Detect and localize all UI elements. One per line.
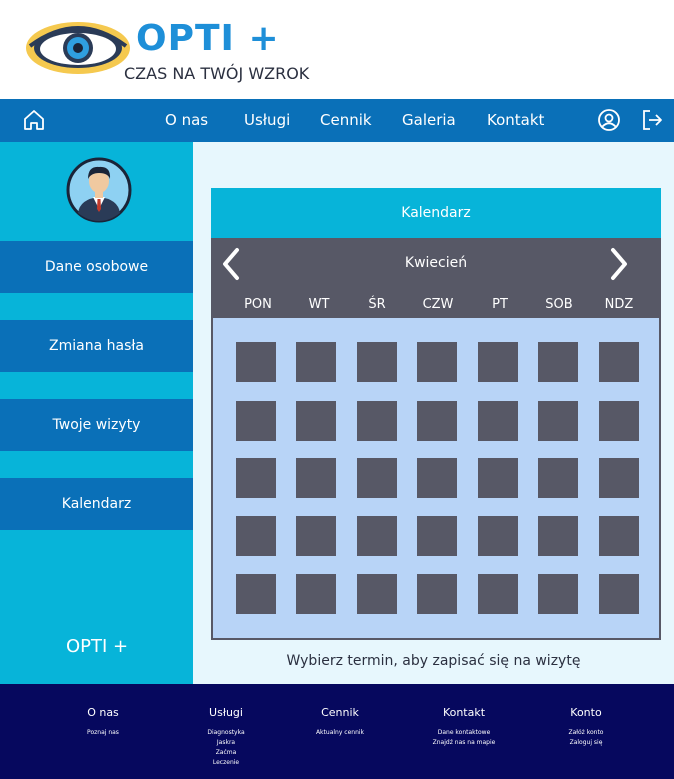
calendar-day-cell[interactable] bbox=[478, 342, 518, 382]
nav-item-uslugi[interactable]: Usługi bbox=[244, 111, 290, 129]
calendar-day-cell[interactable] bbox=[599, 458, 639, 498]
calendar-day-cell[interactable] bbox=[417, 342, 457, 382]
footer-column-uslugi: Usługi Diagnostyka Jaskra Zaćma Leczenie bbox=[166, 706, 286, 766]
footer-link[interactable]: Zaloguj się bbox=[526, 739, 646, 746]
calendar-day-cell[interactable] bbox=[478, 401, 518, 441]
sidebar: Dane osobowe Zmiana hasła Twoje wizyty K… bbox=[0, 142, 193, 684]
sidebar-item-dane-osobowe[interactable]: Dane osobowe bbox=[0, 241, 193, 293]
footer-column-kontakt: Kontakt Dane kontaktowe Znajdź nas na ma… bbox=[404, 706, 524, 746]
footer-link[interactable]: Załóż konto bbox=[526, 729, 646, 736]
sidebar-item-twoje-wizyty[interactable]: Twoje wizyty bbox=[0, 399, 193, 451]
weekday-label: WT bbox=[308, 297, 330, 312]
calendar-day-cell[interactable] bbox=[599, 516, 639, 556]
calendar-day-cell[interactable] bbox=[296, 516, 336, 556]
calendar-day-cell[interactable] bbox=[357, 516, 397, 556]
footer-column-o-nas: O nas Poznaj nas bbox=[43, 706, 163, 736]
sidebar-item-zmiana-hasla[interactable]: Zmiana hasła bbox=[0, 320, 193, 372]
calendar-day-cell[interactable] bbox=[357, 401, 397, 441]
calendar-day-cell[interactable] bbox=[538, 574, 578, 614]
weekday-label: SOB bbox=[545, 297, 573, 312]
calendar-day-cell[interactable] bbox=[538, 342, 578, 382]
header-logo-area: OPTI + CZAS NA TWÓJ WZROK bbox=[0, 0, 674, 99]
calendar-day-cell[interactable] bbox=[538, 516, 578, 556]
calendar-day-cell[interactable] bbox=[296, 342, 336, 382]
user-icon[interactable] bbox=[597, 108, 621, 132]
calendar-day-cell[interactable] bbox=[296, 401, 336, 441]
calendar-day-cell[interactable] bbox=[357, 574, 397, 614]
brand-name: OPTI + bbox=[136, 18, 280, 59]
calendar-day-cell[interactable] bbox=[236, 458, 276, 498]
eye-logo-icon bbox=[26, 22, 130, 74]
calendar-day-cell[interactable] bbox=[538, 458, 578, 498]
calendar-day-cell[interactable] bbox=[357, 342, 397, 382]
calendar-day-cell[interactable] bbox=[478, 574, 518, 614]
chevron-right-icon[interactable] bbox=[607, 246, 631, 282]
calendar-day-cell[interactable] bbox=[599, 574, 639, 614]
logout-icon[interactable] bbox=[640, 108, 664, 132]
calendar-hint: Wybierz termin, aby zapisać się na wizyt… bbox=[286, 653, 581, 669]
calendar-month-bar: Kwiecień PON WT ŚR CZW PT SOB NDZ bbox=[211, 238, 661, 318]
calendar-day-cell[interactable] bbox=[417, 401, 457, 441]
footer-column-cennik: Cennik Aktualny cennik bbox=[280, 706, 400, 736]
nav-item-galeria[interactable]: Galeria bbox=[402, 111, 456, 129]
brand-tagline: CZAS NA TWÓJ WZROK bbox=[124, 64, 310, 83]
calendar-day-cell[interactable] bbox=[296, 458, 336, 498]
main-content: Kalendarz Kwiecień PON WT ŚR CZW PT SOB … bbox=[193, 142, 674, 684]
footer-link[interactable]: Poznaj nas bbox=[43, 729, 163, 736]
footer-link[interactable]: Leczenie bbox=[166, 759, 286, 766]
home-icon[interactable] bbox=[22, 108, 46, 132]
sidebar-item-kalendarz[interactable]: Kalendarz bbox=[0, 478, 193, 530]
calendar-grid bbox=[211, 318, 661, 640]
weekday-label: PT bbox=[492, 297, 508, 312]
footer-column-konto: Konto Załóż konto Zaloguj się bbox=[526, 706, 646, 746]
calendar-day-cell[interactable] bbox=[478, 516, 518, 556]
nav-item-o-nas[interactable]: O nas bbox=[165, 111, 208, 129]
calendar-day-cell[interactable] bbox=[236, 342, 276, 382]
calendar-day-cell[interactable] bbox=[236, 516, 276, 556]
calendar-day-cell[interactable] bbox=[236, 401, 276, 441]
calendar-month-label: Kwiecień bbox=[404, 255, 468, 271]
calendar-day-cell[interactable] bbox=[357, 458, 397, 498]
calendar-day-cell[interactable] bbox=[296, 574, 336, 614]
avatar bbox=[66, 157, 132, 223]
calendar-day-cell[interactable] bbox=[478, 458, 518, 498]
weekday-label: CZW bbox=[422, 297, 454, 312]
footer-link[interactable]: Jaskra bbox=[166, 739, 286, 746]
calendar-day-cell[interactable] bbox=[538, 401, 578, 441]
footer-link[interactable]: Dane kontaktowe bbox=[404, 729, 524, 736]
footer-heading: Kontakt bbox=[442, 706, 486, 719]
sidebar-brand: OPTI + bbox=[66, 636, 129, 657]
footer-heading: Usługi bbox=[209, 706, 243, 719]
calendar-day-cell[interactable] bbox=[417, 574, 457, 614]
calendar-day-cell[interactable] bbox=[599, 401, 639, 441]
nav-item-kontakt[interactable]: Kontakt bbox=[487, 111, 544, 129]
top-navbar: O nas Usługi Cennik Galeria Kontakt bbox=[0, 99, 674, 142]
weekday-label: PON bbox=[244, 297, 272, 312]
weekday-label: NDZ bbox=[604, 297, 634, 312]
calendar-day-cell[interactable] bbox=[236, 574, 276, 614]
footer-heading: Cennik bbox=[321, 706, 359, 719]
weekday-label: ŚR bbox=[368, 297, 386, 312]
calendar-day-cell[interactable] bbox=[599, 342, 639, 382]
footer-link[interactable]: Znajdź nas na mapie bbox=[404, 739, 524, 746]
calendar-day-cell[interactable] bbox=[417, 516, 457, 556]
footer-link[interactable]: Aktualny cennik bbox=[280, 729, 400, 736]
footer-heading: O nas bbox=[87, 706, 119, 719]
calendar-day-cell[interactable] bbox=[417, 458, 457, 498]
nav-item-cennik[interactable]: Cennik bbox=[320, 111, 372, 129]
footer-heading: Konto bbox=[570, 706, 602, 719]
footer: O nas Poznaj nas Usługi Diagnostyka Jask… bbox=[0, 684, 674, 779]
footer-link[interactable]: Zaćma bbox=[166, 749, 286, 756]
footer-link[interactable]: Diagnostyka bbox=[166, 729, 286, 736]
calendar-title: Kalendarz bbox=[211, 188, 661, 238]
